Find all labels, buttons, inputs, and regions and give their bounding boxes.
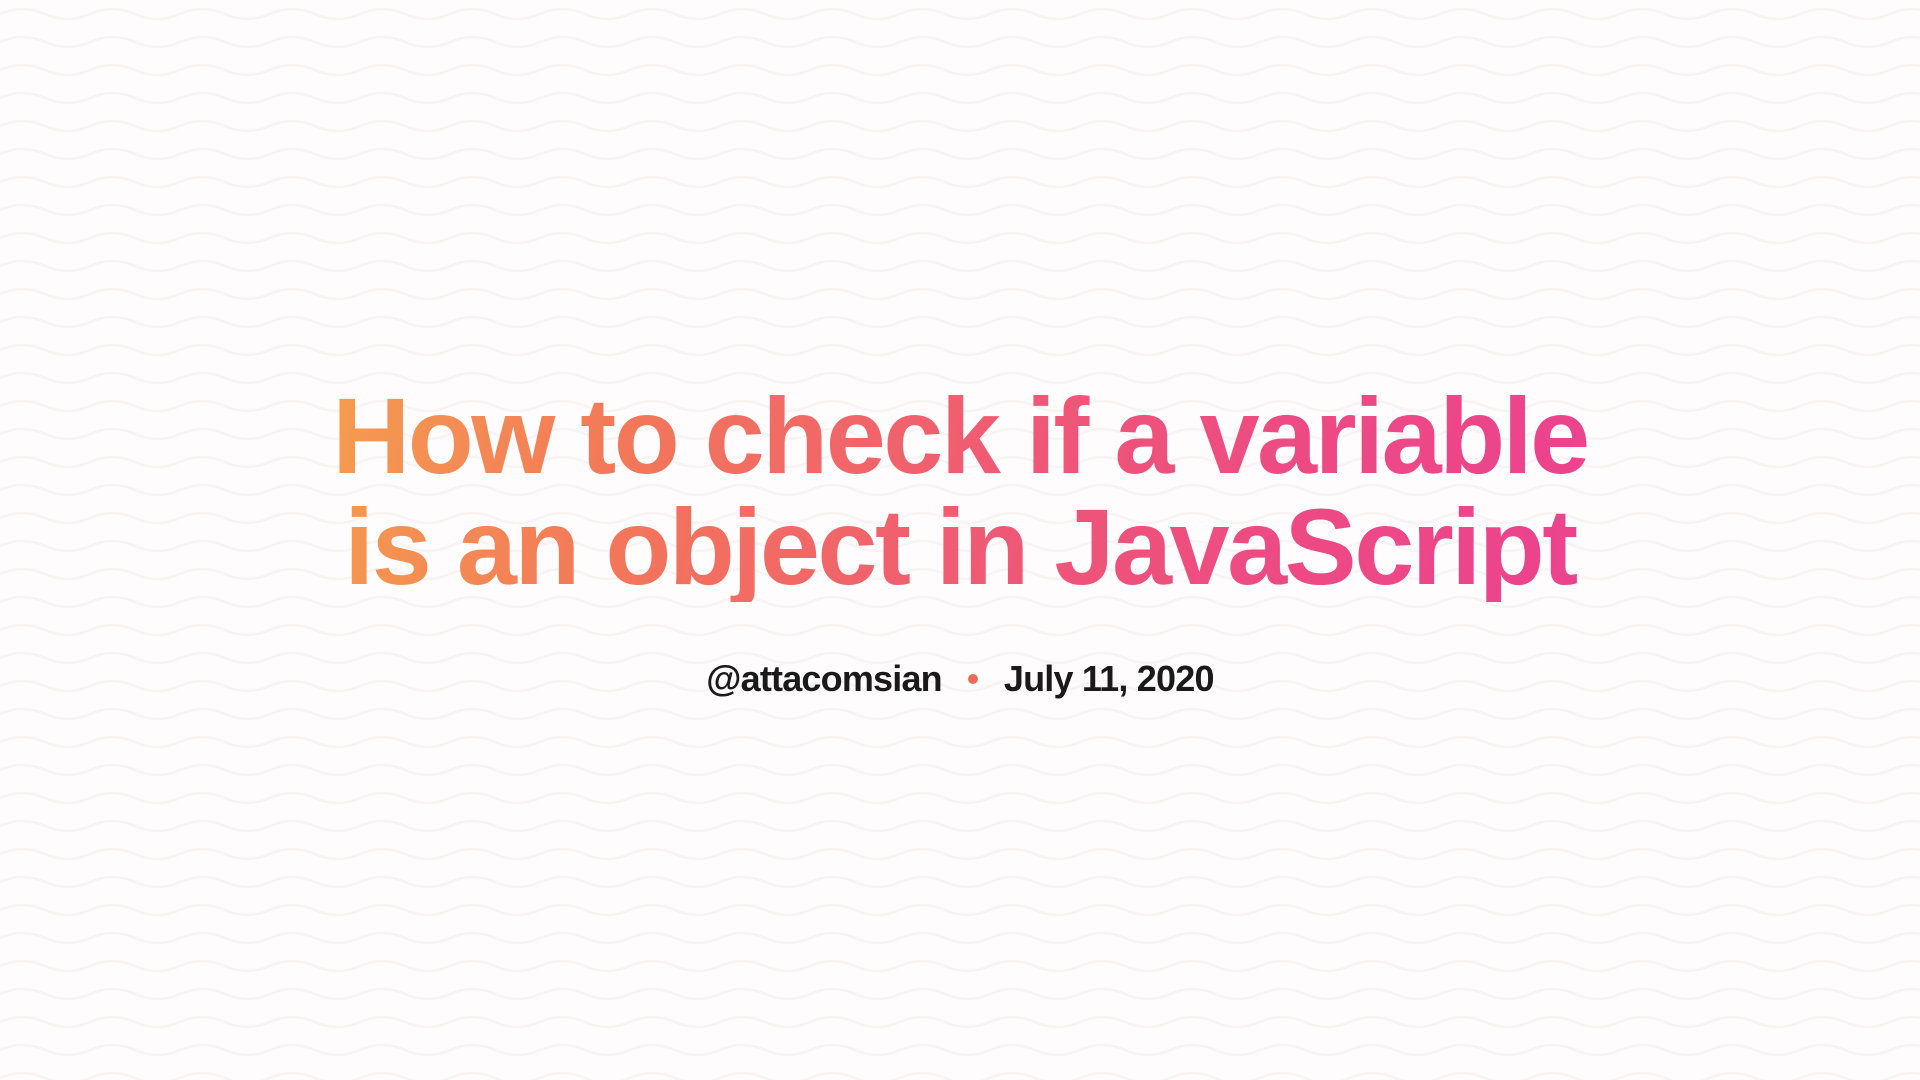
content-container: How to check if a variable is an object … (260, 380, 1660, 700)
page-title: How to check if a variable is an object … (300, 380, 1620, 602)
meta-row: @attacomsian July 11, 2020 (300, 658, 1620, 700)
publish-date: July 11, 2020 (1004, 658, 1214, 700)
author-handle: @attacomsian (706, 658, 942, 700)
bullet-separator-icon (968, 674, 978, 684)
